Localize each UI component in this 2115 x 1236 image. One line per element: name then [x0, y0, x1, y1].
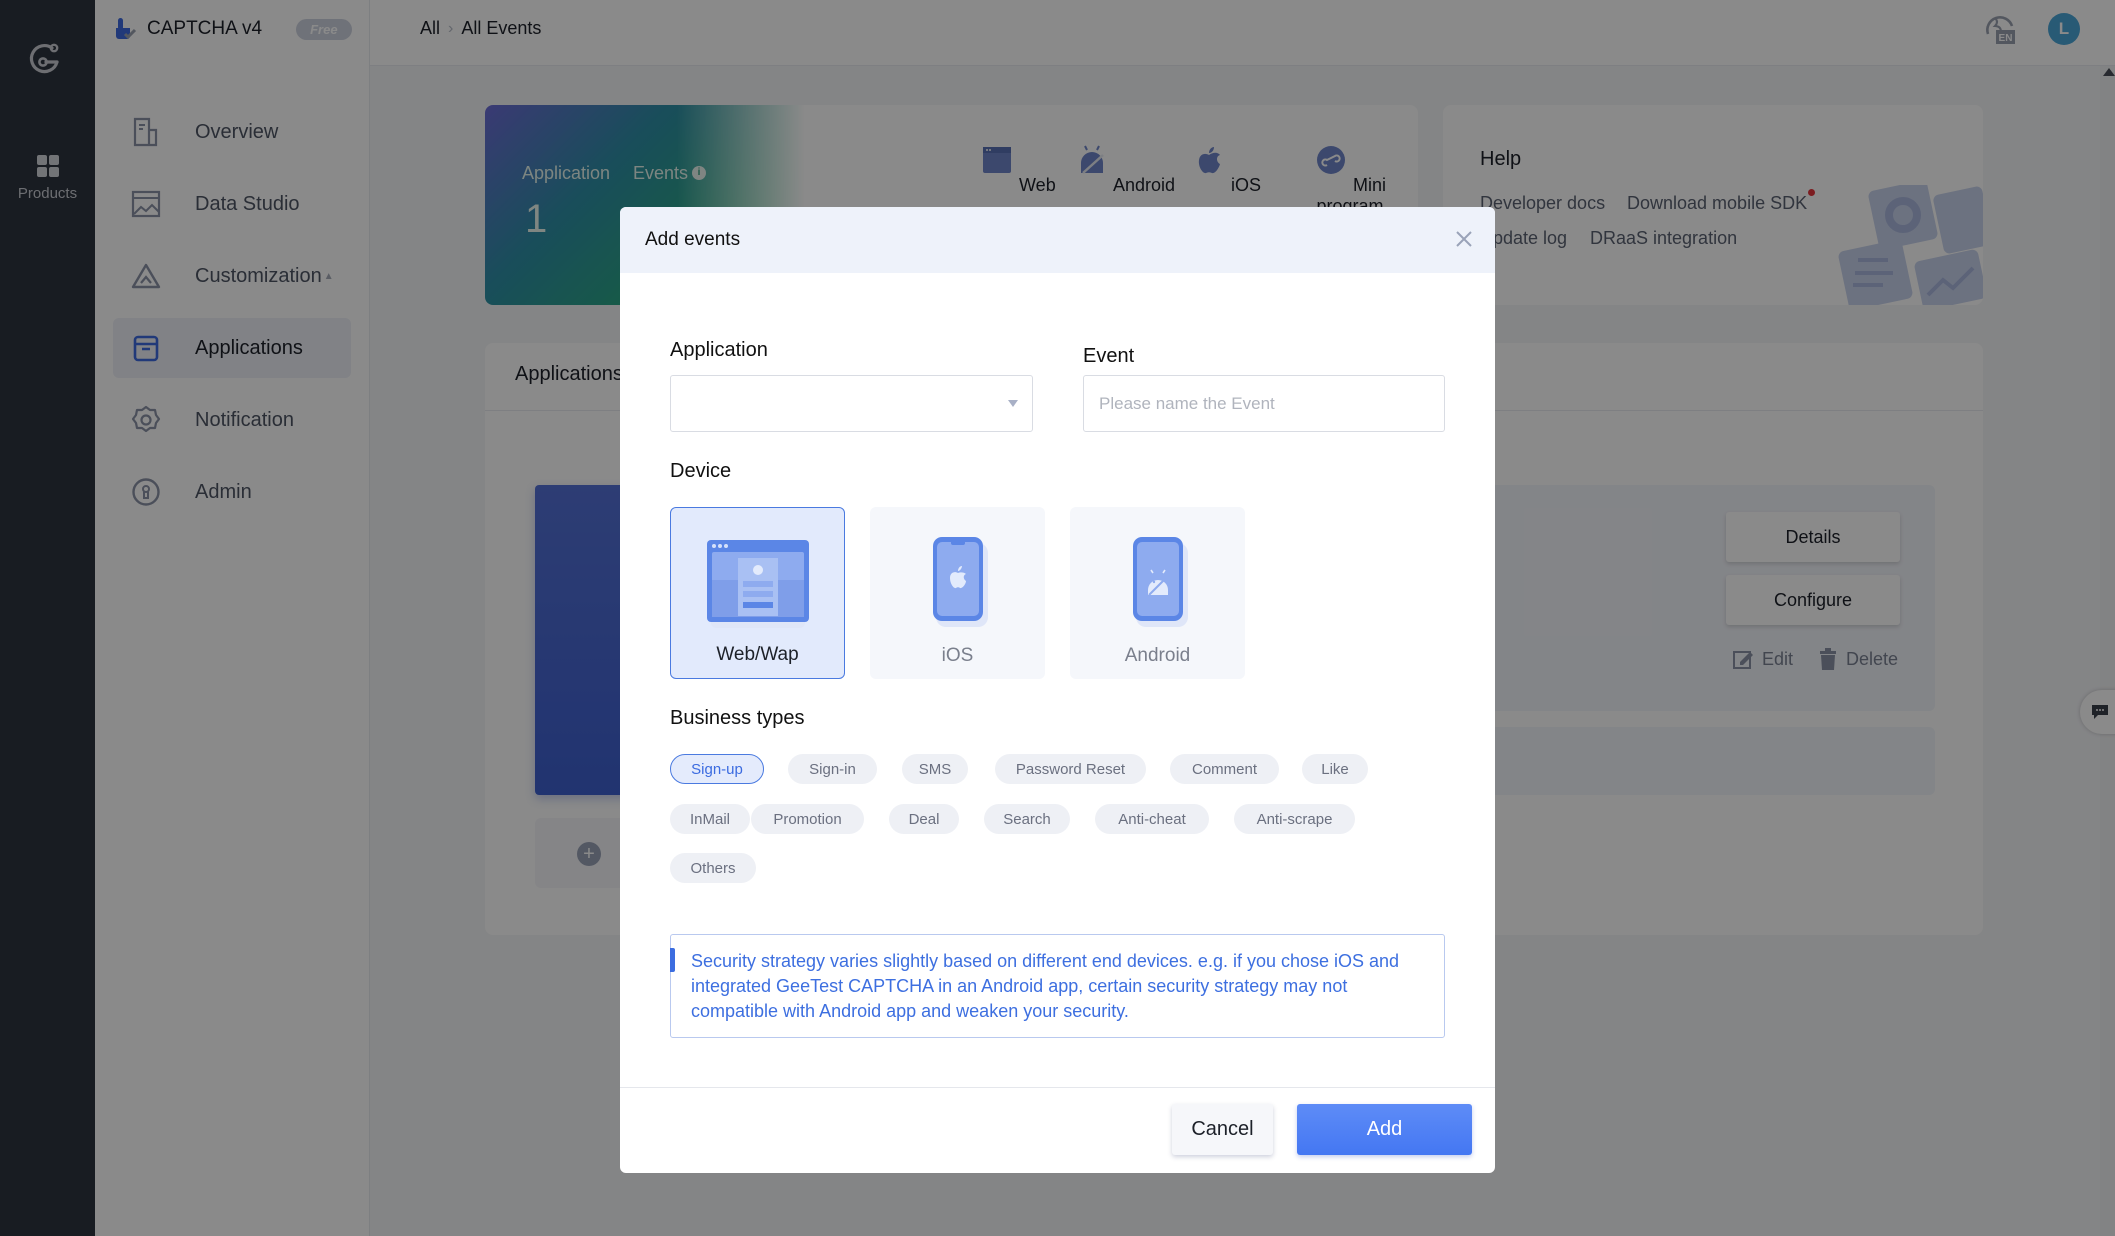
chip-sms[interactable]: SMS: [902, 754, 968, 784]
dropdown-arrow-icon: [1008, 400, 1018, 407]
chip-like[interactable]: Like: [1302, 754, 1368, 784]
chip-sign-up[interactable]: Sign-up: [670, 754, 764, 784]
device-option-ios[interactable]: iOS: [870, 507, 1045, 679]
close-icon[interactable]: [1453, 228, 1475, 250]
dialog-title: Add events: [645, 229, 741, 250]
device-option-label: iOS: [941, 645, 974, 666]
chip-sign-in[interactable]: Sign-in: [788, 754, 877, 784]
event-name-input[interactable]: [1083, 375, 1445, 432]
event-label: Event: [1083, 345, 1135, 367]
business-types-label: Business types: [670, 707, 805, 729]
chip-comment[interactable]: Comment: [1170, 754, 1279, 784]
device-label: Device: [670, 460, 732, 482]
add-button[interactable]: Add: [1297, 1104, 1472, 1155]
chip-anti-scrape[interactable]: Anti-scrape: [1234, 804, 1355, 834]
android-phone-icon: [1132, 537, 1188, 627]
chip-search[interactable]: Search: [984, 804, 1070, 834]
device-option-android[interactable]: Android: [1070, 507, 1245, 679]
chip-password-reset[interactable]: Password Reset: [995, 754, 1146, 784]
web-browser-icon: [706, 540, 809, 628]
chip-promotion[interactable]: Promotion: [751, 804, 864, 834]
device-option-label: Android: [1124, 645, 1191, 666]
device-option-label: Web/Wap: [716, 644, 799, 665]
cancel-button[interactable]: Cancel: [1172, 1104, 1273, 1155]
iphone-icon: [932, 537, 988, 627]
application-label: Application: [670, 339, 768, 361]
dialog-footer: Cancel Add: [620, 1087, 1495, 1173]
security-notice: Security strategy varies slightly based …: [670, 934, 1445, 1038]
device-option-web-wap[interactable]: Web/Wap: [670, 507, 845, 679]
application-select[interactable]: [670, 375, 1033, 432]
chip-others[interactable]: Others: [670, 853, 756, 883]
dialog-header: Add events: [620, 207, 1495, 273]
chip-deal[interactable]: Deal: [889, 804, 959, 834]
chip-inmail[interactable]: InMail: [670, 804, 750, 834]
chip-anti-cheat[interactable]: Anti-cheat: [1095, 804, 1209, 834]
add-events-dialog: Add events Application Event Device Web/…: [620, 207, 1495, 1173]
